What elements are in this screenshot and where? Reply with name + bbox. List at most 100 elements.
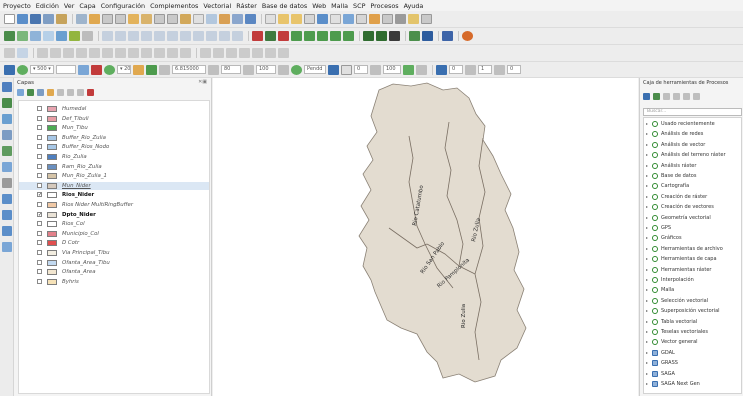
add-point-cloud-icon[interactable]: [219, 31, 230, 41]
menu-procesos[interactable]: Procesos: [370, 2, 398, 10]
expand-arrow-icon[interactable]: ▸: [646, 245, 648, 253]
menu-web[interactable]: Web: [312, 2, 326, 10]
scp-dist-icon[interactable]: [159, 64, 170, 75]
models-icon[interactable]: [643, 92, 650, 100]
expand-arrow-icon[interactable]: ▸: [646, 338, 648, 346]
expand-arrow-icon[interactable]: ▸: [646, 307, 648, 315]
copy-features-icon[interactable]: [141, 48, 152, 58]
results-icon[interactable]: [673, 92, 680, 100]
menu-malla[interactable]: Malla: [331, 2, 348, 10]
scp-run-icon[interactable]: [462, 31, 473, 41]
layer-item[interactable]: D Cotr: [19, 239, 209, 247]
diagram-tool-icon[interactable]: [278, 48, 289, 58]
layer-item[interactable]: Humedal: [19, 105, 209, 113]
zoom-out-icon[interactable]: [115, 14, 126, 24]
data-source-manager-icon[interactable]: [4, 31, 15, 41]
add-vector-icon[interactable]: [17, 31, 28, 41]
rgb-combo[interactable]: ▾ 500 ▾: [30, 65, 54, 74]
scp-value-icon[interactable]: [465, 64, 476, 75]
statistics-icon[interactable]: [343, 14, 354, 24]
layer-raster-icon[interactable]: [2, 98, 12, 108]
show-hide-label-icon[interactable]: [226, 48, 237, 58]
refresh-icon[interactable]: [245, 14, 256, 24]
scp-rap-icon[interactable]: [278, 64, 289, 75]
add-point-icon[interactable]: [50, 48, 61, 58]
expand-arrow-icon[interactable]: ▸: [646, 370, 648, 378]
plugin-green-icon[interactable]: [265, 31, 276, 41]
plugin-green-4-icon[interactable]: [317, 31, 328, 41]
identify-icon[interactable]: [265, 14, 276, 24]
scripts-icon[interactable]: [653, 92, 660, 100]
field-calculator-icon[interactable]: [330, 14, 341, 24]
add-arcgis-icon[interactable]: [193, 31, 204, 41]
menu-vectorial[interactable]: Vectorial: [203, 2, 231, 10]
layer-visibility-checkbox[interactable]: [37, 173, 42, 179]
add-polygon-icon[interactable]: [76, 48, 87, 58]
add-line-icon[interactable]: [63, 48, 74, 58]
layer-visibility-checkbox[interactable]: [37, 106, 42, 111]
layer-item[interactable]: Def_Tibuli: [19, 115, 209, 123]
pin-label-icon[interactable]: [213, 48, 224, 58]
menu-raster[interactable]: Ráster: [236, 2, 257, 10]
expand-arrow-icon[interactable]: ▸: [646, 359, 648, 367]
expand-arrow-icon[interactable]: ▸: [646, 224, 648, 232]
deselect-icon[interactable]: [304, 14, 315, 24]
expand-arrow-icon[interactable]: ▸: [646, 328, 648, 336]
scp-pointer-icon[interactable]: [341, 64, 352, 75]
save-edits-icon[interactable]: [17, 48, 28, 58]
cut-features-icon[interactable]: [128, 48, 139, 58]
expand-arrow-icon[interactable]: ▸: [646, 172, 648, 180]
layer-visibility-checkbox[interactable]: [37, 202, 42, 207]
layer-visibility-checkbox[interactable]: [37, 125, 42, 131]
add-mssql-icon[interactable]: [115, 31, 126, 41]
layer-visibility-checkbox[interactable]: [37, 259, 42, 265]
new-map-view-icon[interactable]: [193, 14, 204, 24]
layer-postgis-icon[interactable]: [2, 162, 12, 172]
select-features-icon[interactable]: [278, 14, 289, 24]
add-spatialite-icon[interactable]: [82, 31, 93, 41]
zoom-last-icon[interactable]: [180, 14, 191, 24]
text-annotation-icon[interactable]: [395, 14, 406, 24]
paste-features-icon[interactable]: [154, 48, 165, 58]
scp-save-roi-icon[interactable]: [146, 64, 157, 75]
add-raster-icon[interactable]: [30, 31, 41, 41]
plugin-green-2-icon[interactable]: [291, 31, 302, 41]
layer-visibility-checkbox[interactable]: [37, 163, 42, 169]
select-by-value-icon[interactable]: [291, 14, 302, 24]
dpto-nider-polygon[interactable]: [358, 82, 527, 383]
layer-visibility-checkbox[interactable]: [37, 250, 42, 255]
layer-visibility-checkbox[interactable]: [37, 154, 42, 159]
scp-classify-2-icon[interactable]: [403, 64, 414, 75]
layer-wms-icon[interactable]: [2, 194, 12, 204]
layer-visibility-checkbox[interactable]: [37, 115, 42, 121]
layer-item[interactable]: Municipio_Col: [19, 230, 209, 238]
menu-edicion[interactable]: Edición: [36, 2, 59, 10]
layer-visibility-checkbox[interactable]: [37, 278, 42, 284]
scp-band-icon[interactable]: [363, 31, 374, 41]
scp-range-icon[interactable]: [494, 64, 505, 75]
layer-item[interactable]: Rios Nider MultiRingBuffer: [19, 201, 209, 209]
plugin-red-icon[interactable]: [252, 31, 263, 41]
layer-new-icon[interactable]: [2, 242, 12, 252]
save-as-icon[interactable]: [43, 14, 54, 24]
scp-preview-icon-2[interactable]: [328, 64, 339, 75]
layer-item[interactable]: Buffer_Rio_Zulia: [19, 134, 209, 142]
digitize-icon[interactable]: [37, 48, 48, 58]
menu-capa[interactable]: Capa: [79, 2, 95, 10]
expand-arrow-icon[interactable]: ▸: [646, 182, 648, 190]
layer-item[interactable]: Ofanta_Area: [19, 268, 209, 276]
scp-stretch-icon[interactable]: [91, 64, 102, 75]
expand-arrow-icon[interactable]: ▸: [646, 151, 648, 159]
scp-preview-zoom-icon[interactable]: [291, 64, 302, 75]
scp-classify-icon[interactable]: [409, 31, 420, 41]
plugin-green-5-icon[interactable]: [330, 31, 341, 41]
layer-visibility-checkbox[interactable]: ✓: [37, 211, 42, 217]
bookmark-icon[interactable]: [206, 14, 217, 24]
layer-wcs-icon[interactable]: [2, 210, 12, 220]
zoom-to-selection-icon[interactable]: [141, 14, 152, 24]
pan-icon[interactable]: [76, 14, 87, 24]
expand-arrow-icon[interactable]: ▸: [646, 203, 648, 211]
move-label-icon[interactable]: [239, 48, 250, 58]
plugin-green-3-icon[interactable]: [304, 31, 315, 41]
manage-visibility-icon[interactable]: [37, 88, 44, 96]
